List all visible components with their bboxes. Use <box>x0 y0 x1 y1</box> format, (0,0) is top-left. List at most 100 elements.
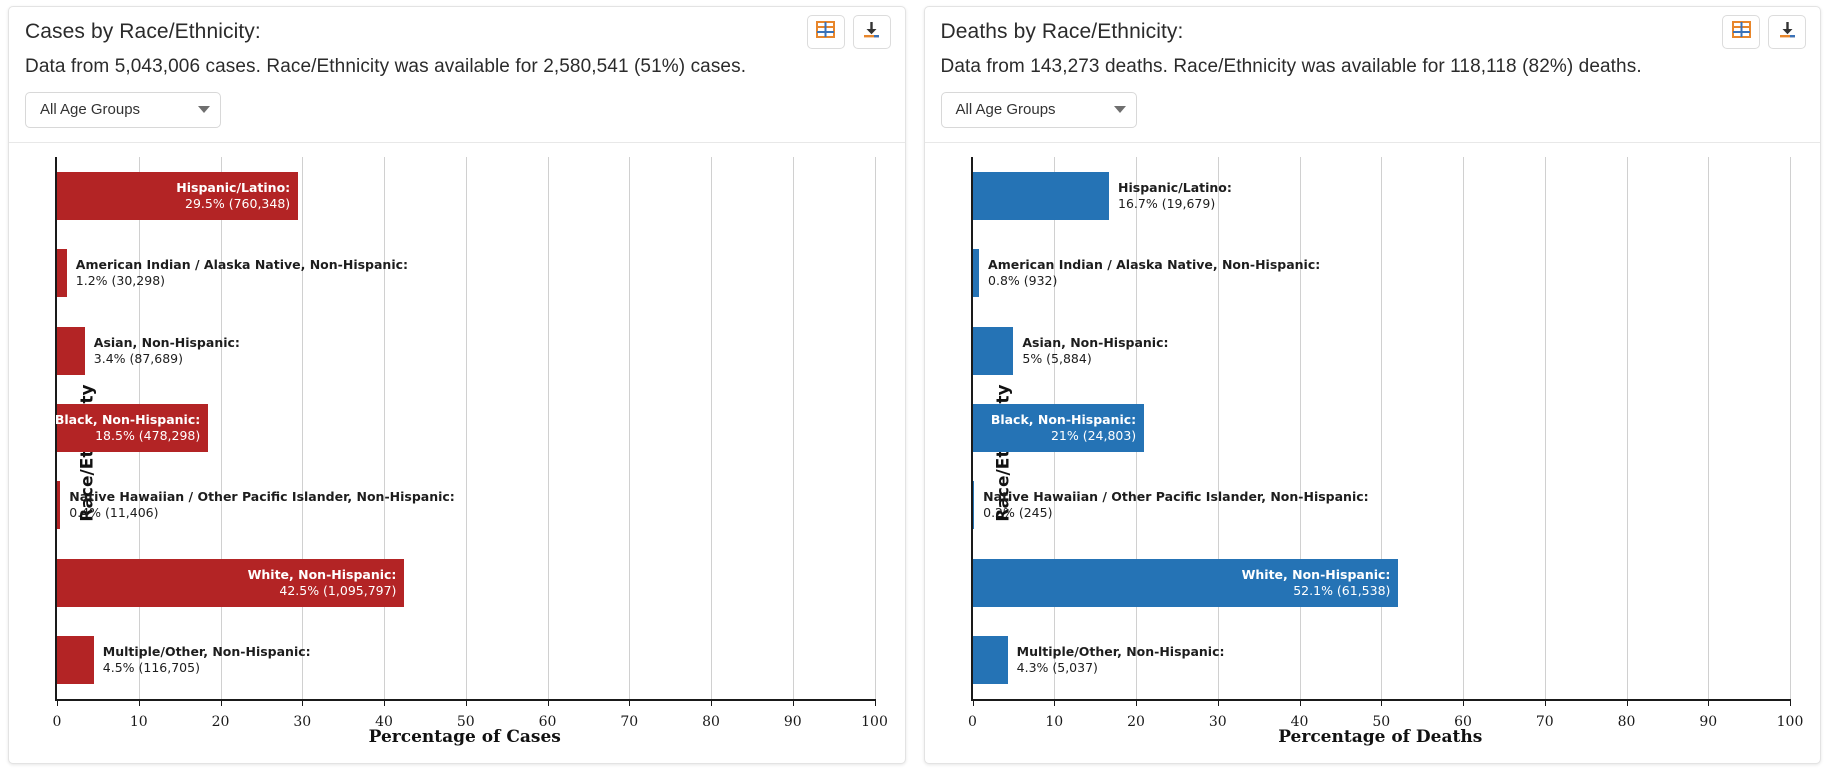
chart-cases: Race/Ethnicity 0 10 20 30 40 50 60 70 80 90 100 His… <box>9 143 905 763</box>
table-icon <box>1731 21 1751 43</box>
bar-label-category: Hispanic/Latino: <box>1118 179 1232 195</box>
x-tick-mark <box>547 699 549 706</box>
page-title-deaths: Deaths by Race/Ethnicity: <box>940 20 1184 43</box>
bar[interactable] <box>57 249 67 298</box>
x-tick-label: 0 <box>52 714 62 730</box>
bar-row: Hispanic/Latino: 16.7% (19,679) <box>972 171 1791 220</box>
bar[interactable] <box>972 558 1399 607</box>
bar-label-value: 16.7% (19,679) <box>1118 195 1216 211</box>
x-tick-mark <box>711 699 712 706</box>
page-title: Cases by Race/Ethnicity: <box>25 20 261 43</box>
chart-deaths: Race/Ethnicity 0 10 20 30 40 50 60 70 80 90 100 His… <box>925 143 1821 763</box>
x-tick-label: 80 <box>1617 714 1636 730</box>
panel-deaths-header: Deaths by Race/Ethnicity: Data from 143,… <box>925 7 1821 142</box>
bar-label-value: 4.3% (5,037) <box>1016 660 1098 676</box>
bar-row: White, Non-Hispanic: 52.1% (61,538) <box>972 558 1791 607</box>
bar[interactable] <box>972 481 975 530</box>
bar[interactable] <box>57 403 209 452</box>
age-group-select-value: All Age Groups <box>40 101 141 119</box>
bar-row: American Indian / Alaska Native, Non-His… <box>57 249 875 298</box>
x-tick-mark <box>1463 699 1464 706</box>
bar-label-value: 0.4% (11,406) <box>69 505 159 521</box>
bar[interactable] <box>972 249 980 298</box>
x-tick-mark <box>874 699 876 706</box>
x-tick-label: 30 <box>293 714 312 730</box>
x-tick-label: 70 <box>620 714 639 730</box>
bar-label-value: 4.5% (116,705) <box>102 660 200 676</box>
bar[interactable] <box>972 636 1008 685</box>
x-tick-mark <box>1299 699 1301 706</box>
x-tick-mark <box>384 699 385 706</box>
age-group-select-deaths[interactable]: All Age Groups <box>940 91 1137 128</box>
x-tick-label: 90 <box>1699 714 1718 730</box>
plot-region-cases: 0 10 20 30 40 50 60 70 80 90 100 Hispanic/Latino: 29… <box>53 156 888 747</box>
bar-label-category: Asian, Non-Hispanic: <box>1022 334 1169 350</box>
x-tick-mark <box>1136 699 1137 706</box>
panel-cases-subtitle: Data from 5,043,006 cases. Race/Ethnicit… <box>25 56 747 78</box>
x-tick-mark <box>972 699 974 706</box>
x-tick-label: 100 <box>861 714 888 730</box>
bar-row: Asian, Non-Hispanic: 5% (5,884) <box>972 326 1791 375</box>
bar-label: Asian, Non-Hispanic: 5% (5,884) <box>1022 335 1168 367</box>
x-tick-label: 10 <box>129 714 148 730</box>
x-tick-mark <box>1626 699 1628 706</box>
view-table-button[interactable] <box>806 15 845 49</box>
bar[interactable] <box>57 481 61 530</box>
bar-label-category: American Indian / Alaska Native, Non-His… <box>75 257 409 273</box>
x-tick-mark <box>1544 699 1546 706</box>
x-tick-mark <box>629 699 631 706</box>
age-group-select-value: All Age Groups <box>955 101 1056 119</box>
bar-row: Black, Non-Hispanic: 21% (24,803) <box>972 403 1791 452</box>
bar-label-category: Multiple/Other, Non-Hispanic: <box>102 644 311 660</box>
chevron-down-icon <box>1113 106 1126 114</box>
x-tick-mark <box>1708 699 1710 706</box>
bar-label-category: Multiple/Other, Non-Hispanic: <box>1016 644 1225 660</box>
bar[interactable] <box>972 171 1110 220</box>
x-axis-title-deaths: Percentage of Deaths <box>1278 727 1483 747</box>
download-icon <box>862 21 881 44</box>
table-icon <box>816 21 835 43</box>
bar[interactable] <box>57 636 94 685</box>
x-tick-label: 0 <box>968 714 977 730</box>
bar-label: Native Hawaiian / Other Pacific Islander… <box>69 489 455 521</box>
bar-label: Hispanic/Latino: 16.7% (19,679) <box>1118 180 1232 212</box>
x-tick-label: 90 <box>783 714 802 730</box>
x-axis-title-cases: Percentage of Cases <box>368 727 561 747</box>
bar-label-value: 0.8% (932) <box>988 273 1058 289</box>
bar-row: Black, Non-Hispanic: 18.5% (478,298) <box>55 403 875 452</box>
bar-label-value: 5% (5,884) <box>1022 350 1092 366</box>
plot-inner-deaths: 0 10 20 30 40 50 60 70 80 90 100 Hispanic/Latino: 16… <box>968 156 1803 730</box>
download-icon <box>1778 21 1797 44</box>
bar[interactable] <box>972 403 1145 452</box>
panel-deaths-toolbar <box>1722 15 1806 49</box>
view-table-button-deaths[interactable] <box>1722 15 1760 49</box>
bar-label: Multiple/Other, Non-Hispanic: 4.3% (5,037… <box>1017 644 1225 676</box>
bar-label-value: 0.2% (245) <box>983 505 1053 521</box>
x-tick-mark <box>792 699 794 706</box>
bar[interactable] <box>972 326 1014 375</box>
x-tick-mark <box>1790 699 1791 706</box>
bar-row: White, Non-Hispanic: 42.5% (1,095,797) <box>57 558 875 607</box>
x-tick-mark <box>1217 699 1219 706</box>
bar[interactable] <box>57 171 299 220</box>
bar-label: Native Hawaiian / Other Pacific Islander… <box>983 489 1369 521</box>
bar[interactable] <box>57 558 405 607</box>
bar-label-category: Native Hawaiian / Other Pacific Islander… <box>983 489 1369 505</box>
bar-row: Hispanic/Latino: 29.5% (760,348) <box>57 171 875 220</box>
x-tick-mark <box>138 699 140 706</box>
bar-label-category: Native Hawaiian / Other Pacific Islander… <box>69 489 455 505</box>
bar[interactable] <box>57 326 85 375</box>
bar-label: Asian, Non-Hispanic: 3.4% (87,689) <box>94 335 240 367</box>
x-tick-mark <box>1054 699 1056 706</box>
gridline <box>874 156 876 699</box>
panel-cases-toolbar <box>806 15 891 49</box>
download-button[interactable] <box>852 15 891 49</box>
panel-deaths: Deaths by Race/Ethnicity: Data from 143,… <box>923 6 1821 764</box>
x-tick-mark <box>1381 699 1383 706</box>
bar-label-category: American Indian / Alaska Native, Non-His… <box>988 257 1321 273</box>
bar-label: American Indian / Alaska Native, Non-His… <box>76 257 408 289</box>
bar-row: Native Hawaiian / Other Pacific Islander… <box>972 481 1791 530</box>
panel-cases-header: Cases by Race/Ethnicity: Data from 5,043… <box>9 7 905 142</box>
download-button-deaths[interactable] <box>1768 15 1806 49</box>
age-group-select-cases[interactable]: All Age Groups <box>25 91 221 128</box>
